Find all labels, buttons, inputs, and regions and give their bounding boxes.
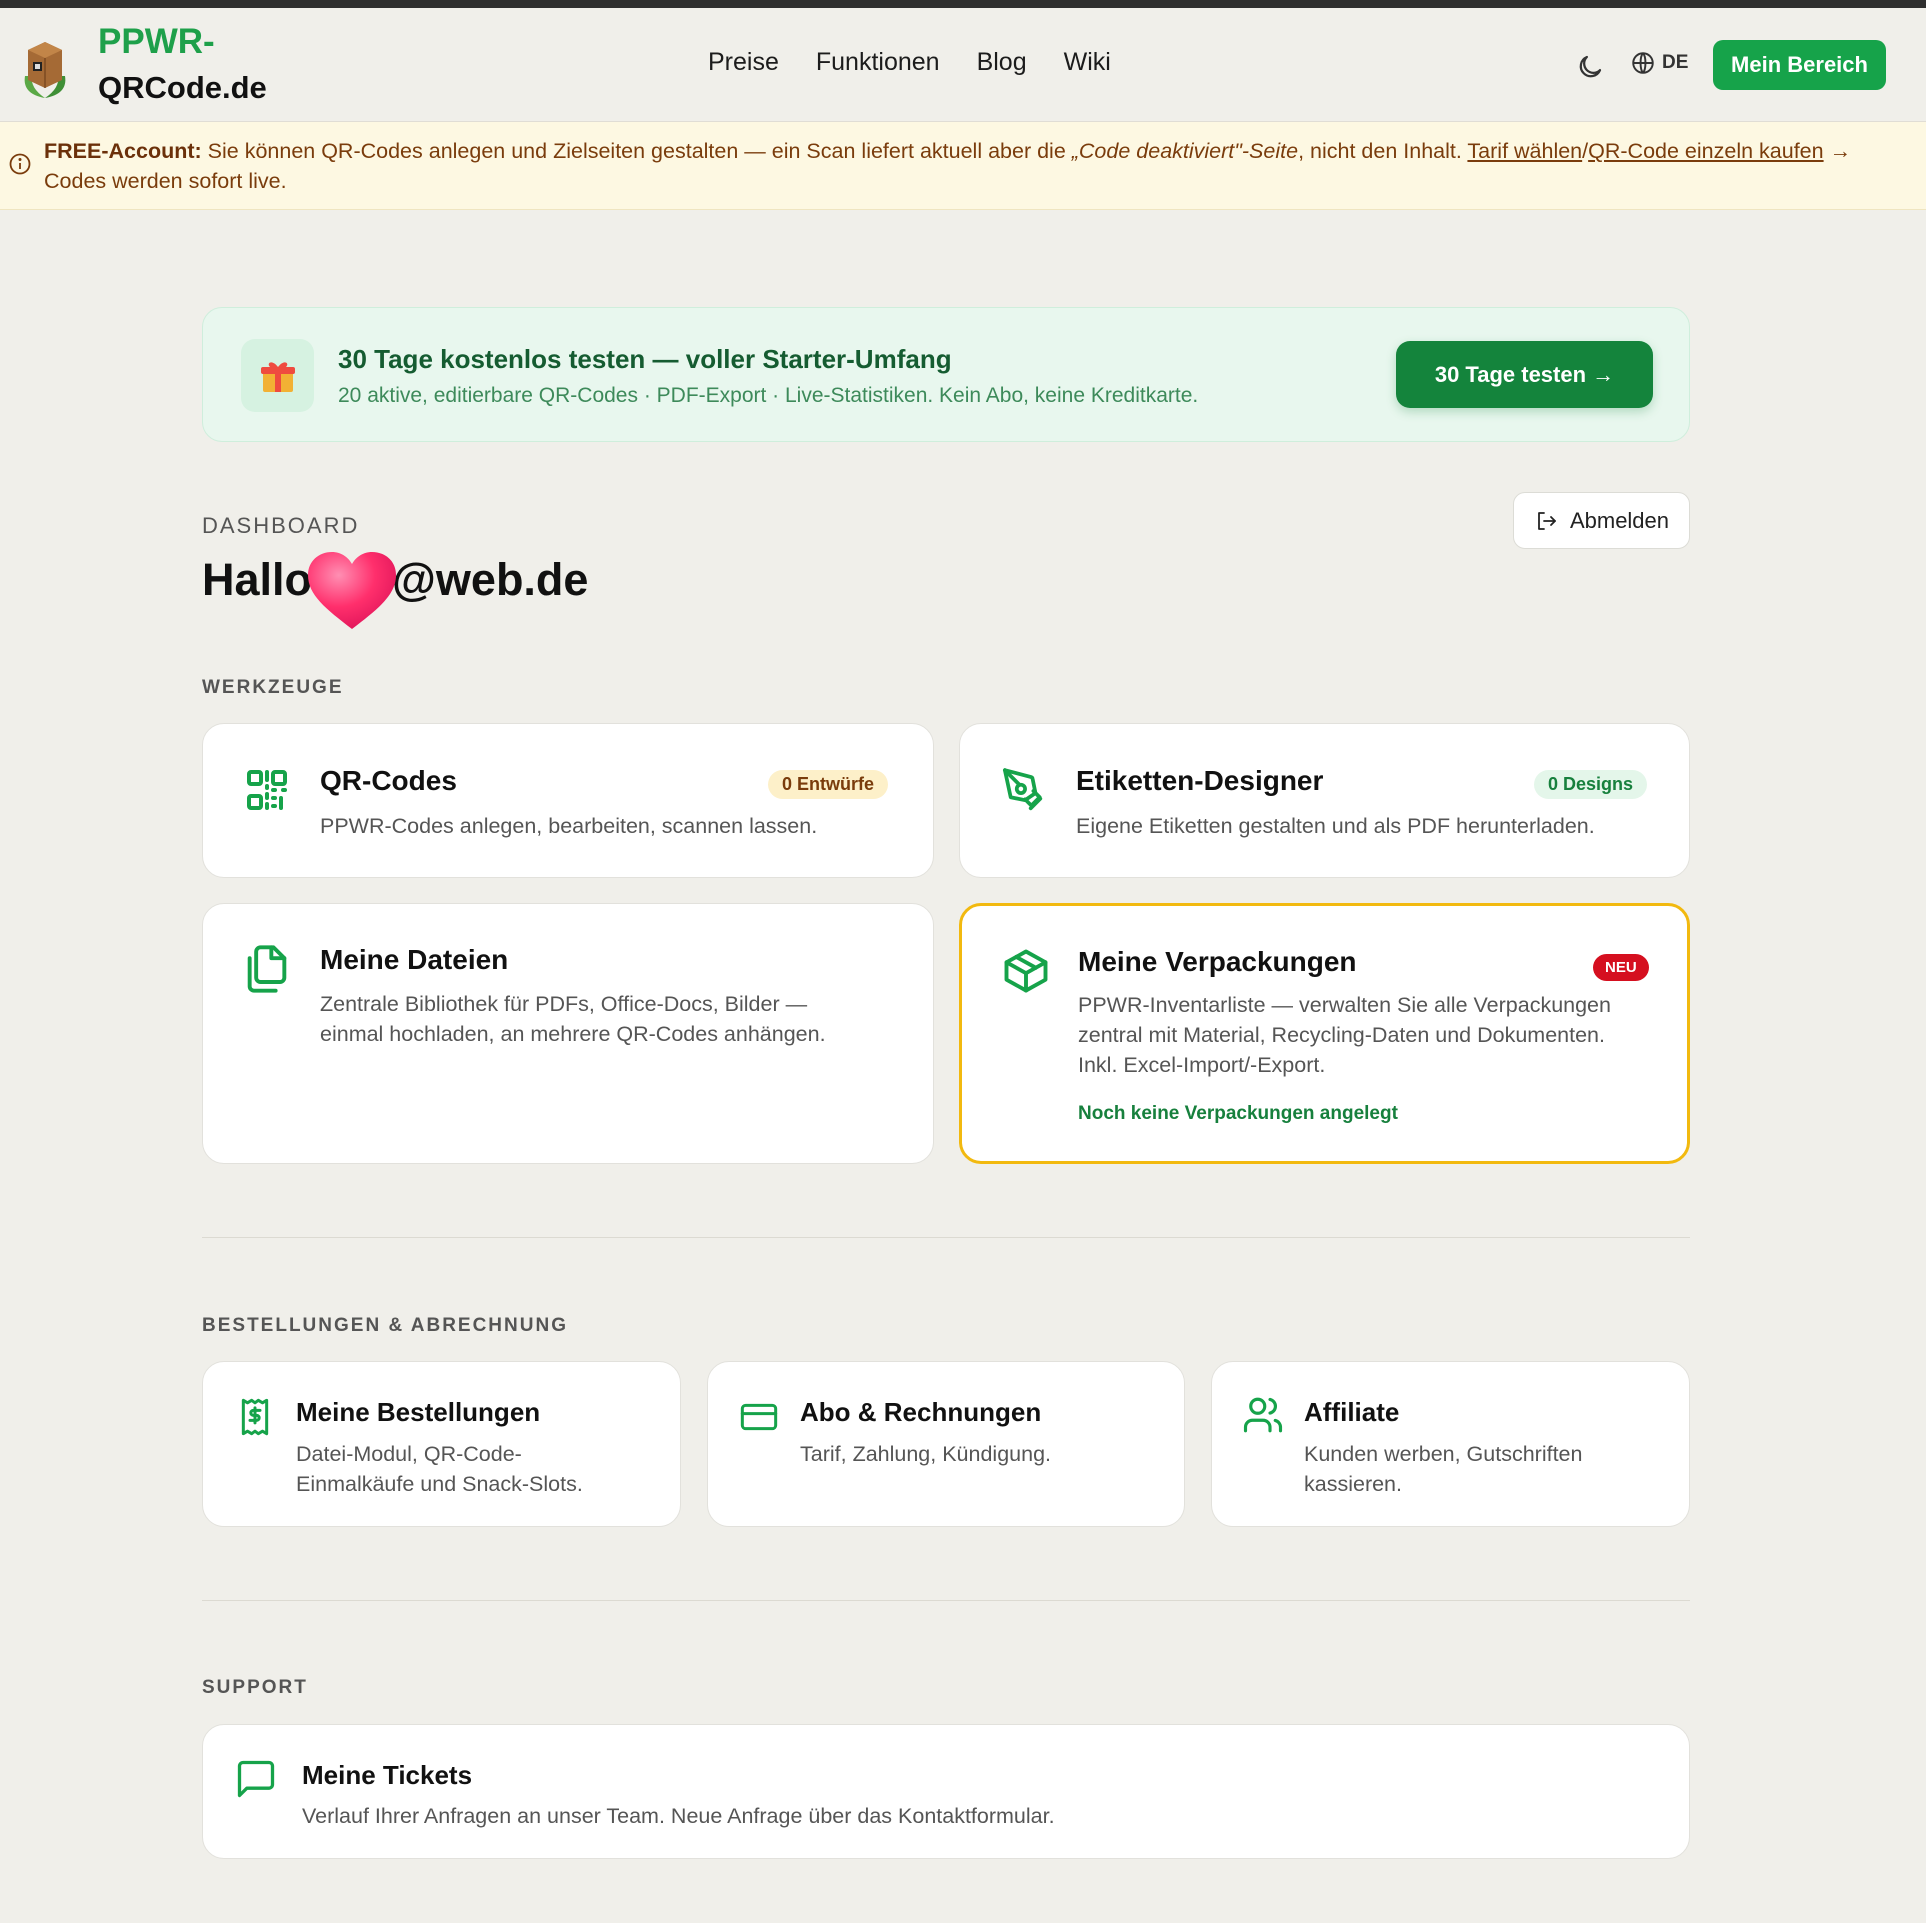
gift-icon [260,361,295,392]
mein-bereich-button[interactable]: Mein Bereich [1713,40,1886,90]
verpackungen-desc-1: PPWR-Inventarliste — verwalten Sie alle … [1078,993,1611,1017]
logo-text-line1[interactable]: PPWR- [98,22,215,62]
greeting-suffix: @web.de [392,553,589,605]
card-affiliate[interactable]: Affiliate Kunden werben, Gutschriften ka… [1211,1361,1690,1527]
card-meine-verpackungen[interactable]: Meine Verpackungen NEU PPWR-Inventarlist… [959,903,1690,1164]
nav-funktionen[interactable]: Funktionen [816,48,940,77]
promo-title: 30 Tage kostenlos testen — voller Starte… [338,344,952,374]
verpackungen-desc-2: zentral mit Material, Recycling-Daten un… [1078,1023,1605,1047]
logo-text-line2[interactable]: QRCode.de [98,70,267,106]
tickets-desc: Verlauf Ihrer Anfragen an unser Team. Ne… [302,1804,1055,1828]
section-divider-2 [202,1600,1690,1601]
qr-code-icon [247,770,287,810]
verpackungen-status: Noch keine Verpackungen angelegt [1078,1103,1398,1124]
message-square-icon [237,1760,275,1798]
abo-desc: Tarif, Zahlung, Kündigung. [800,1442,1051,1466]
bestellungen-desc-2: Einmalkäufe und Snack-Slots. [296,1472,583,1496]
users-icon [1243,1397,1283,1433]
logout-label: Abmelden [1569,507,1670,533]
tarif-waehlen-link[interactable]: Tarif wählen [1467,139,1582,163]
card-meine-tickets[interactable]: Meine Tickets Verlauf Ihrer Anfragen an … [202,1724,1690,1859]
free-account-notice: FREE-Account: Sie können QR-Codes anlege… [0,122,1926,210]
logo-box-icon[interactable] [20,36,70,100]
qr-codes-desc: PPWR-Codes anlegen, bearbeiten, scannen … [320,814,818,838]
language-switcher[interactable]: DE [1630,50,1688,76]
promo-icon-wrap [241,339,314,412]
qr-code-kaufen-link[interactable]: QR-Code einzeln kaufen [1588,139,1823,163]
greeting: Hallo @web.de [202,543,589,629]
site-header: PPWR- QRCode.de Preise Funktionen Blog W… [0,8,1926,122]
card-meine-dateien[interactable]: Meine Dateien Zentrale Bibliothek für PD… [202,903,934,1164]
package-icon [1004,949,1048,993]
language-code: DE [1662,52,1689,73]
dark-mode-moon-icon[interactable] [1575,52,1605,82]
globe-icon [1632,52,1654,74]
section-werkzeuge: WERKZEUGE [202,677,344,698]
dateien-desc-2: einmal hochladen, an mehrere QR-Codes an… [320,1022,826,1046]
card-meine-bestellungen[interactable]: Meine Bestellungen Datei-Modul, QR-Code-… [202,1361,681,1527]
promo-subtitle: 20 aktive, editierbare QR-Codes · PDF-Ex… [338,384,1199,407]
dateien-desc-1: Zentrale Bibliothek für PDFs, Office-Doc… [320,992,808,1016]
abo-title: Abo & Rechnungen [800,1397,1042,1427]
trial-button[interactable]: 30 Tage testen → [1396,341,1653,408]
bestellungen-title: Meine Bestellungen [296,1397,541,1427]
logout-button[interactable]: Abmelden [1513,492,1690,549]
info-icon [9,153,31,175]
affiliate-desc-2: kassieren. [1304,1472,1402,1496]
notice-italic: „Code deaktiviert"-Seite [1071,139,1299,163]
receipt-dollar-icon [241,1398,269,1436]
pen-tool-icon [1003,768,1043,811]
notice-text-1: Sie können QR-Codes anlegen und Zielseit… [201,139,1072,163]
trial-promo-banner: 30 Tage kostenlos testen — voller Starte… [202,307,1690,442]
logout-icon [1538,511,1556,530]
qr-codes-title: QR-Codes [320,765,457,796]
bestellungen-desc-1: Datei-Modul, QR-Code- [296,1442,522,1466]
heart-icon [308,552,397,629]
section-support: SUPPORT [202,1677,308,1698]
section-divider-1 [202,1237,1690,1238]
etiketten-title: Etiketten-Designer [1076,765,1324,796]
verpackungen-title: Meine Verpackungen [1078,946,1357,977]
credit-card-icon [740,1403,778,1431]
dateien-title: Meine Dateien [320,944,509,975]
notice-label: FREE-Account: [44,139,202,163]
section-bestellungen: BESTELLUNGEN & ABRECHNUNG [202,1315,568,1336]
neu-badge: NEU [1593,954,1649,981]
tickets-title: Meine Tickets [302,1760,473,1790]
dashboard-label: DASHBOARD [202,513,360,538]
nav-wiki[interactable]: Wiki [1064,48,1111,77]
nav-preise[interactable]: Preise [708,48,779,77]
etiketten-designs-badge: 0 Designs [1534,770,1648,799]
card-abo-rechnungen[interactable]: Abo & Rechnungen Tarif, Zahlung, Kündigu… [707,1361,1185,1527]
main-nav: Preise Funktionen Blog Wiki [708,48,1111,77]
affiliate-title: Affiliate [1304,1397,1400,1427]
nav-blog[interactable]: Blog [977,48,1027,77]
verpackungen-desc-3: Inkl. Excel-Import/-Export. [1078,1053,1326,1077]
window-top-bar [0,0,1926,8]
qr-drafts-badge: 0 Entwürfe [768,770,889,799]
greeting-prefix: Hallo [202,553,313,605]
notice-text-2: , nicht den Inhalt. [1298,139,1468,163]
card-qr-codes[interactable]: QR-Codes 0 Entwürfe PPWR-Codes anlegen, … [202,723,934,878]
card-etiketten-designer[interactable]: Etiketten-Designer 0 Designs Eigene Etik… [959,723,1690,878]
files-icon [247,945,287,993]
etiketten-desc: Eigene Etiketten gestalten und als PDF h… [1076,814,1595,838]
affiliate-desc-1: Kunden werben, Gutschriften [1304,1442,1583,1466]
